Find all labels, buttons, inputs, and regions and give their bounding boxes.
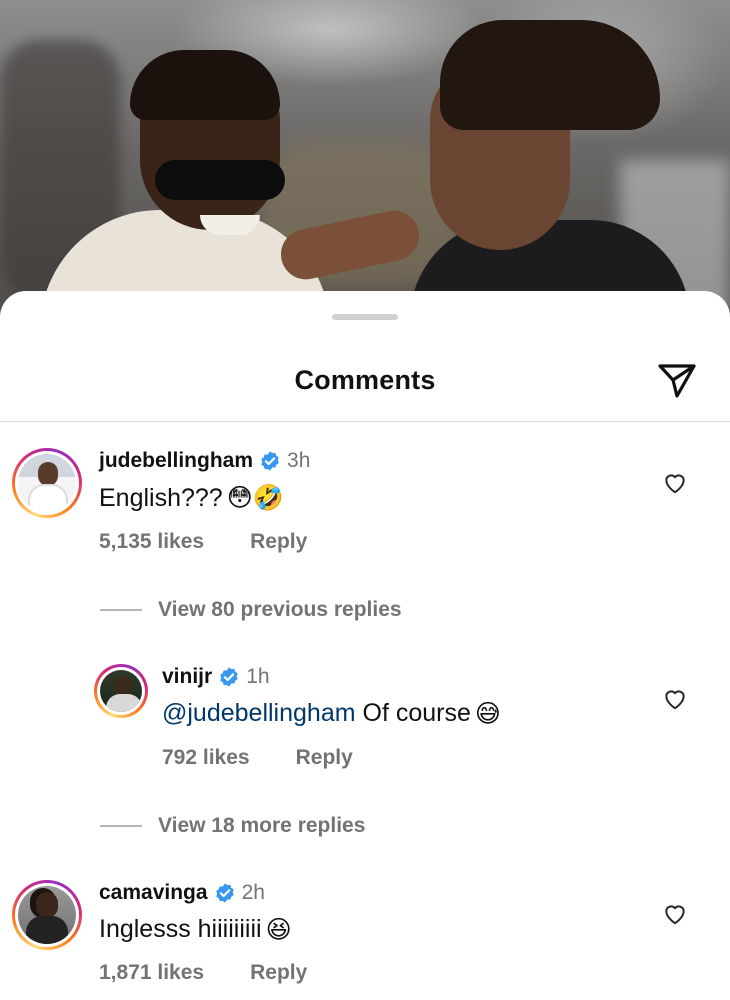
- replies-line: [100, 609, 142, 611]
- header-divider: [0, 421, 730, 422]
- share-button[interactable]: [656, 361, 698, 401]
- comment-meta: 1,871 likes Reply: [99, 961, 307, 985]
- sheet-title: Comments: [294, 365, 436, 395]
- reply-button[interactable]: Reply: [250, 961, 307, 985]
- comment-header: vinijr 1h: [162, 665, 270, 689]
- verified-badge-icon: [215, 883, 234, 903]
- username[interactable]: vinijr: [162, 665, 212, 689]
- comment-body: Inglesss hiiiiiiiii: [99, 915, 262, 943]
- comment-meta: 792 likes Reply: [162, 746, 353, 770]
- view-more-replies[interactable]: View 18 more replies: [100, 814, 365, 838]
- verified-badge-icon: [220, 667, 238, 687]
- replies-line: [100, 825, 142, 827]
- emoji: 😅: [474, 699, 501, 728]
- username[interactable]: camavinga: [99, 881, 208, 905]
- comment-body: Of course: [362, 699, 471, 727]
- like-count[interactable]: 1,871 likes: [99, 961, 204, 985]
- like-count[interactable]: 792 likes: [162, 746, 250, 770]
- comment-text: English??? 😳🤣: [99, 483, 284, 513]
- view-replies-label: View 18 more replies: [158, 814, 366, 837]
- comment-time: 3h: [287, 449, 311, 472]
- comment-header: camavinga 2h: [99, 881, 265, 905]
- like-count[interactable]: 5,135 likes: [99, 530, 204, 554]
- comment-text: @judebellingham Of course 😅: [162, 699, 501, 728]
- avatar[interactable]: [12, 880, 82, 950]
- heart-icon[interactable]: [662, 901, 688, 927]
- avatar[interactable]: [94, 664, 148, 718]
- post-photo: [0, 0, 730, 330]
- username[interactable]: judebellingham: [99, 449, 253, 473]
- reply-button[interactable]: Reply: [250, 530, 307, 554]
- verified-badge-icon: [261, 451, 279, 471]
- view-replies-label: View 80 previous replies: [158, 598, 402, 621]
- sheet-grabber[interactable]: [332, 314, 398, 320]
- paper-plane-icon: [658, 364, 696, 398]
- comment-text: Inglesss hiiiiiiiii 😆: [99, 915, 292, 944]
- comment-time: 1h: [246, 665, 270, 688]
- emoji: 😳🤣: [226, 483, 284, 512]
- heart-icon[interactable]: [662, 686, 688, 712]
- emoji: 😆: [265, 915, 292, 944]
- view-previous-replies[interactable]: View 80 previous replies: [100, 598, 402, 622]
- comment-body: English???: [99, 483, 223, 512]
- avatar[interactable]: [12, 448, 82, 518]
- comment-header: judebellingham 3h: [99, 449, 310, 473]
- mention-link[interactable]: @judebellingham: [162, 699, 356, 728]
- comment-meta: 5,135 likes Reply: [99, 530, 307, 554]
- reply-button[interactable]: Reply: [296, 746, 353, 770]
- heart-icon[interactable]: [662, 470, 688, 496]
- comment-time: 2h: [241, 881, 265, 904]
